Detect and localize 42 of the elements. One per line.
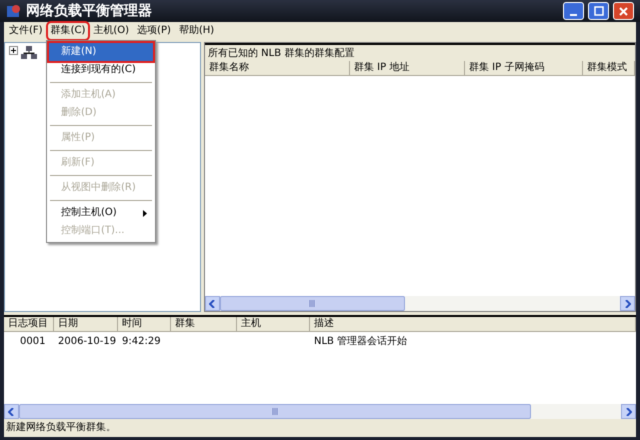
column-header[interactable]: 日志项目 xyxy=(4,317,54,331)
scroll-left-icon[interactable] xyxy=(4,404,19,419)
menu-item[interactable]: 主机(O) xyxy=(90,23,132,39)
table-cell-text: NLB 管理器会话开始 xyxy=(313,334,408,348)
column-header[interactable]: 时间 xyxy=(118,317,171,331)
menu-option[interactable]: 控制主机(O) xyxy=(49,204,153,222)
expand-icon[interactable] xyxy=(9,46,18,55)
table-cell-text: 2006-10-19 xyxy=(57,336,118,346)
window-title: 网络负载平衡管理器 xyxy=(26,2,153,20)
submenu-arrow-icon xyxy=(143,210,147,216)
horizontal-scrollbar[interactable] xyxy=(4,404,636,419)
scroll-thumb[interactable] xyxy=(19,404,531,419)
pane-title: 所有已知的 NLB 群集的群集配置 xyxy=(205,43,635,61)
maximize-button[interactable] xyxy=(588,2,609,20)
menu-item[interactable]: 文件(F) xyxy=(6,23,46,39)
app-icon xyxy=(6,3,22,19)
menu-option[interactable]: 连接到现有的(C) xyxy=(49,61,153,79)
scroll-left-icon[interactable] xyxy=(205,296,220,311)
column-header[interactable]: 群集名称 xyxy=(205,61,350,75)
close-button[interactable] xyxy=(613,2,634,20)
column-header[interactable]: 群集 IP 子网掩码 xyxy=(465,61,583,75)
scroll-thumb[interactable] xyxy=(220,296,405,311)
column-header[interactable]: 群集 xyxy=(171,317,237,331)
column-header[interactable]: 描述 xyxy=(310,317,636,331)
horizontal-scrollbar[interactable] xyxy=(205,296,635,311)
column-header[interactable]: 主机 xyxy=(237,317,310,331)
column-header[interactable]: 群集 IP 地址 xyxy=(350,61,465,75)
maximize-icon xyxy=(594,6,604,16)
column-header[interactable]: 日期 xyxy=(54,317,118,331)
minimize-button[interactable] xyxy=(563,2,584,20)
menu-item[interactable]: 群集(C) xyxy=(48,23,88,39)
table-cell-text: 0001 xyxy=(19,336,46,346)
menu-option[interactable]: 新建(N) xyxy=(49,43,153,61)
menu-item[interactable]: 帮助(H) xyxy=(176,23,218,39)
scroll-right-icon[interactable] xyxy=(620,296,635,311)
column-header[interactable]: 群集模式 xyxy=(583,61,635,75)
minimize-icon xyxy=(570,14,577,16)
table-cell-text: 9:42:29 xyxy=(121,336,162,346)
close-icon xyxy=(619,6,628,16)
menu-item[interactable]: 选项(P) xyxy=(134,23,174,39)
network-icon xyxy=(21,46,37,60)
scroll-right-icon[interactable] xyxy=(621,404,636,419)
